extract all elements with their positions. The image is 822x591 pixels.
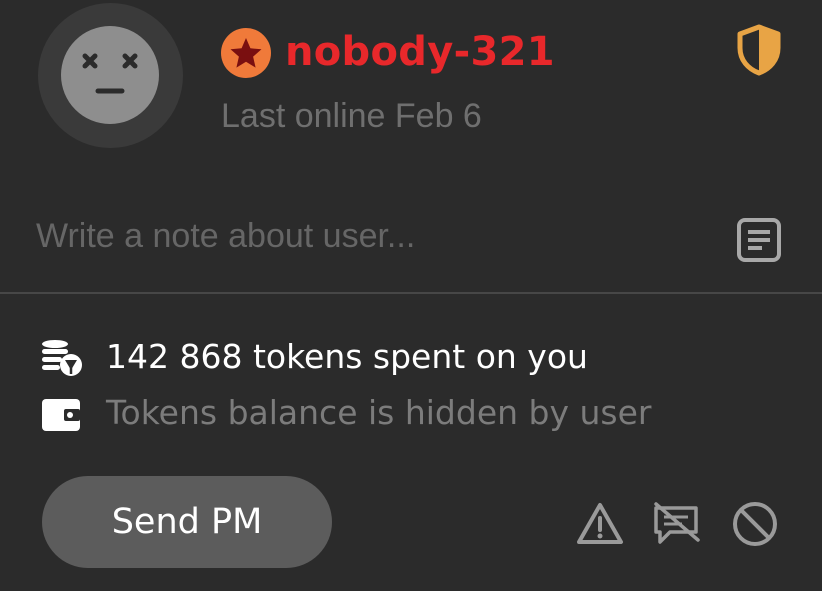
chat-off-icon[interactable] — [652, 500, 700, 548]
tokens-balance-text: Tokens balance is hidden by user — [106, 393, 652, 432]
divider — [0, 292, 822, 294]
half-shield-icon[interactable] — [735, 24, 783, 76]
star-badge-icon — [221, 28, 271, 78]
username[interactable]: nobody-321 — [285, 24, 555, 80]
warning-icon[interactable] — [576, 500, 624, 548]
coins-icon — [40, 338, 84, 378]
avatar[interactable] — [38, 3, 183, 148]
send-pm-button[interactable]: Send PM — [42, 476, 332, 568]
tokens-spent-text: 142 868 tokens spent on you — [106, 337, 588, 376]
ban-icon[interactable] — [731, 500, 779, 548]
wallet-icon — [40, 396, 84, 436]
note-icon[interactable] — [736, 217, 782, 263]
user-profile-card: nobody-321 Last online Feb 6 142 868 t — [0, 0, 822, 591]
dizzy-face-avatar-icon — [61, 26, 159, 124]
last-online-status: Last online Feb 6 — [221, 97, 482, 135]
user-note-input[interactable] — [36, 210, 696, 262]
